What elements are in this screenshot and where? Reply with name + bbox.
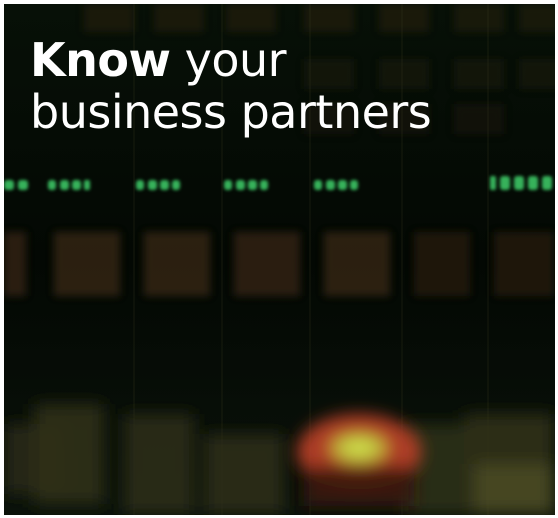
headline-rest: your: [170, 33, 287, 87]
headline-bold-word: Know: [30, 33, 171, 87]
promo-banner: Know your business partners: [4, 4, 555, 515]
headline-line-1: Know your: [30, 34, 431, 86]
headline-line-2: business partners: [30, 85, 432, 139]
glowing-indicator: [297, 414, 421, 506]
banner-headline: Know your business partners: [30, 34, 432, 139]
